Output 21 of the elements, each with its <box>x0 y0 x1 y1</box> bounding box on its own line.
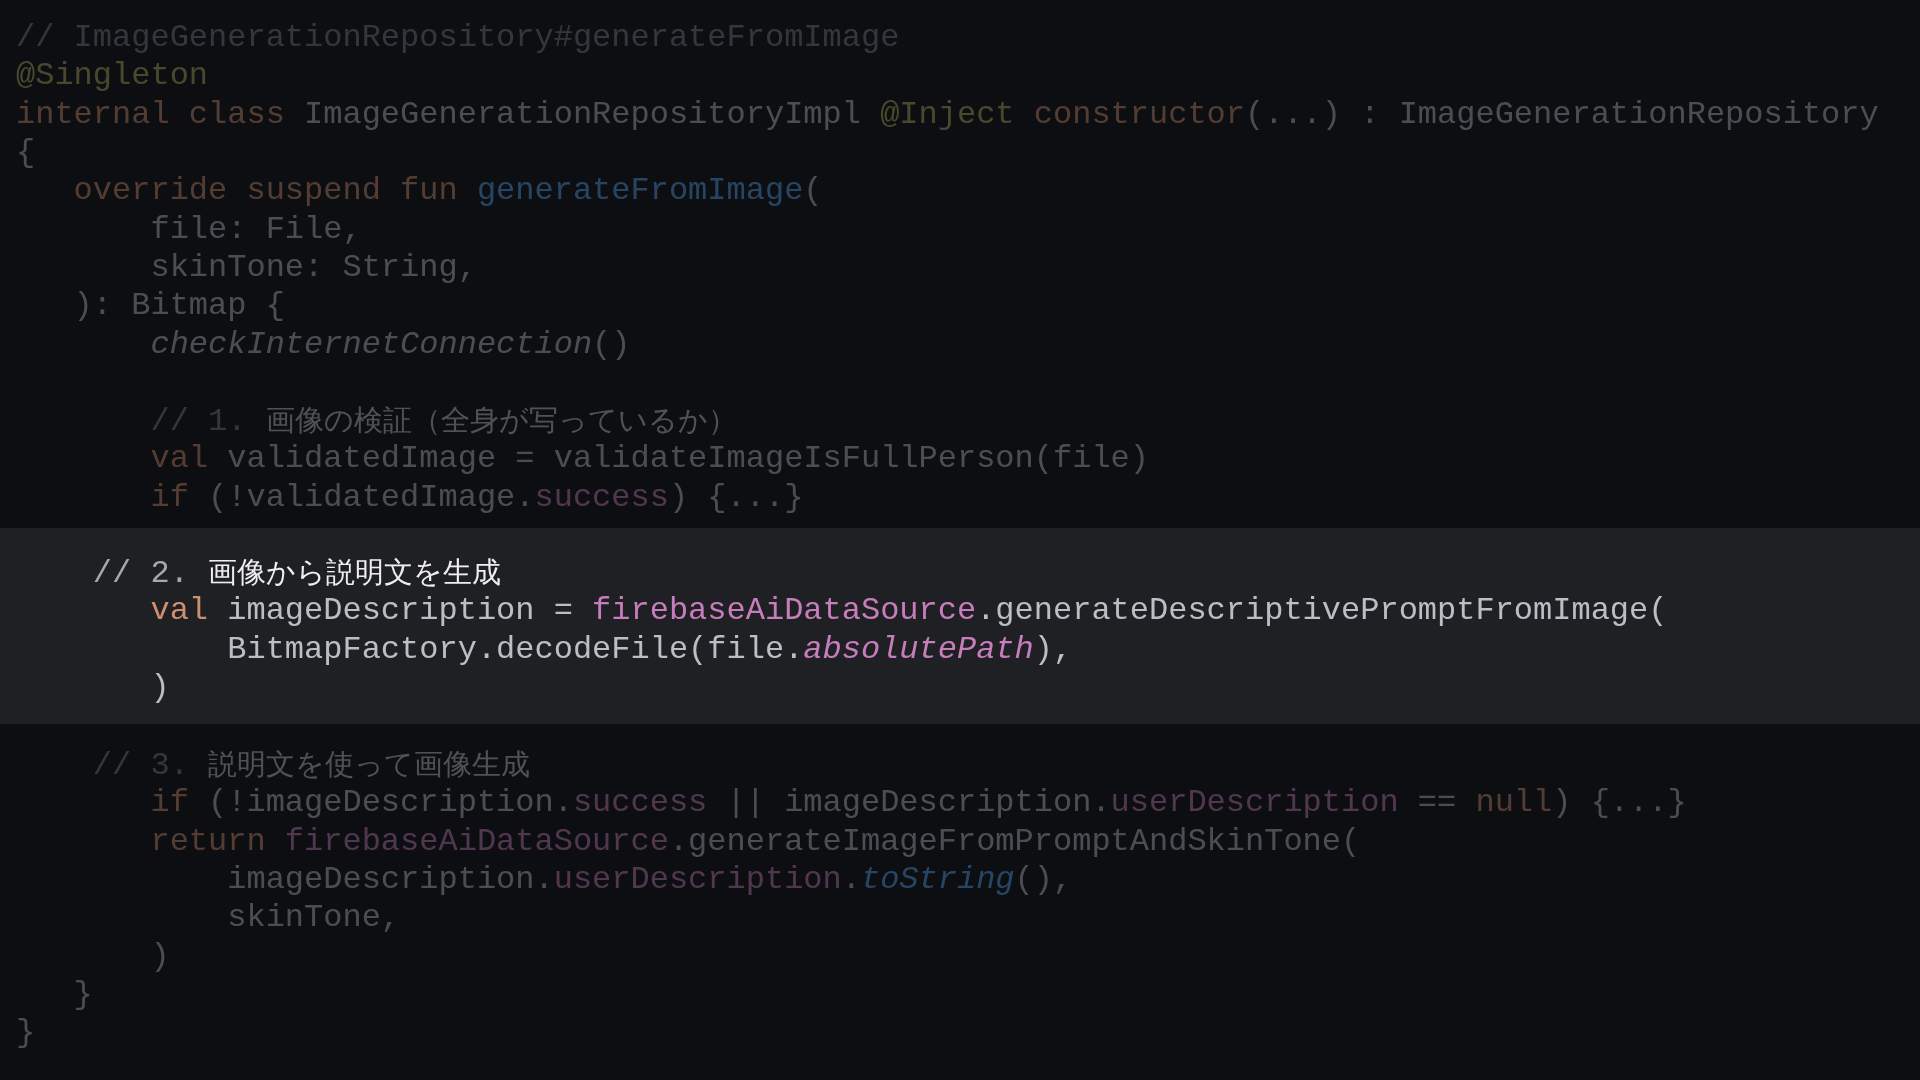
code-line: checkInternetConnection() <box>149 325 631 364</box>
code-line: ) <box>149 668 170 707</box>
code-line: } <box>16 1014 36 1053</box>
code-line: skinTone, <box>226 899 401 938</box>
code-line: return firebaseAiDataSource.generateImageFromPromptAndSkinTone( <box>149 822 1361 861</box>
code-line: override suspend fun generateFromImage( <box>72 172 823 211</box>
code-line: if (!validatedImage.success) {...} <box>149 478 804 517</box>
code-line: val imageDescription = firebaseAiDataSource.generateDescriptivePromptFromImage( <box>149 592 1668 631</box>
code-line: internal class ImageGenerationRepositoryImpl @Inject constructor(...) : ImageGenerationRepository <box>16 95 1879 134</box>
code-line: ) <box>149 937 170 976</box>
code-line: BitmapFactory.decodeFile(file.absolutePath), <box>226 630 1073 669</box>
code-line: if (!imageDescription.success || imageDescription.userDescription == null) {...} <box>149 784 1687 823</box>
code-line: imageDescription.userDescription.toString(), <box>226 861 1073 900</box>
code-line: @Singleton <box>16 57 209 96</box>
code-line: { <box>16 134 36 173</box>
code-line: skinTone: String, <box>149 248 477 287</box>
code-line: ): Bitmap { <box>72 287 285 326</box>
code-line: val validatedImage = validateImageIsFullPerson(file) <box>149 440 1149 479</box>
code-line: file: File, <box>149 210 362 249</box>
code-line: // 2. 画像から説明文を生成 <box>91 554 502 593</box>
code-line: } <box>72 975 93 1014</box>
